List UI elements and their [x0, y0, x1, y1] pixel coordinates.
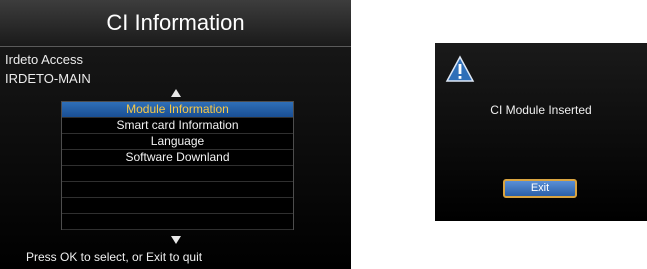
menu-empty-row: [62, 214, 293, 230]
title-bar: CI Information: [0, 0, 351, 47]
menu-item-smart-card-information[interactable]: Smart card Information: [62, 118, 293, 134]
ci-information-panel: CI Information Irdeto Access IRDETO-MAIN…: [0, 0, 351, 269]
panel-title: CI Information: [106, 10, 245, 35]
menu-item-module-information[interactable]: Module Information: [62, 102, 293, 118]
menu-item-language[interactable]: Language: [62, 134, 293, 150]
module-name-label: IRDETO-MAIN: [5, 71, 91, 86]
help-text: Press OK to select, or Exit to quit: [26, 250, 203, 264]
ci-menu-list: Module Information Smart card Informatio…: [61, 101, 294, 230]
cas-provider-label: Irdeto Access: [5, 52, 84, 67]
menu-empty-row: [62, 198, 293, 214]
exit-button[interactable]: Exit: [503, 179, 577, 198]
ci-module-inserted-dialog: CI Module Inserted Exit: [435, 43, 647, 221]
warning-icon: [445, 55, 475, 82]
menu-item-software-download[interactable]: Software Downland: [62, 150, 293, 166]
menu-empty-row: [62, 166, 293, 182]
menu-empty-row: [62, 182, 293, 198]
scroll-down-arrow-icon[interactable]: [171, 236, 181, 244]
scroll-up-arrow-icon[interactable]: [171, 89, 181, 97]
dialog-message: CI Module Inserted: [490, 103, 592, 117]
